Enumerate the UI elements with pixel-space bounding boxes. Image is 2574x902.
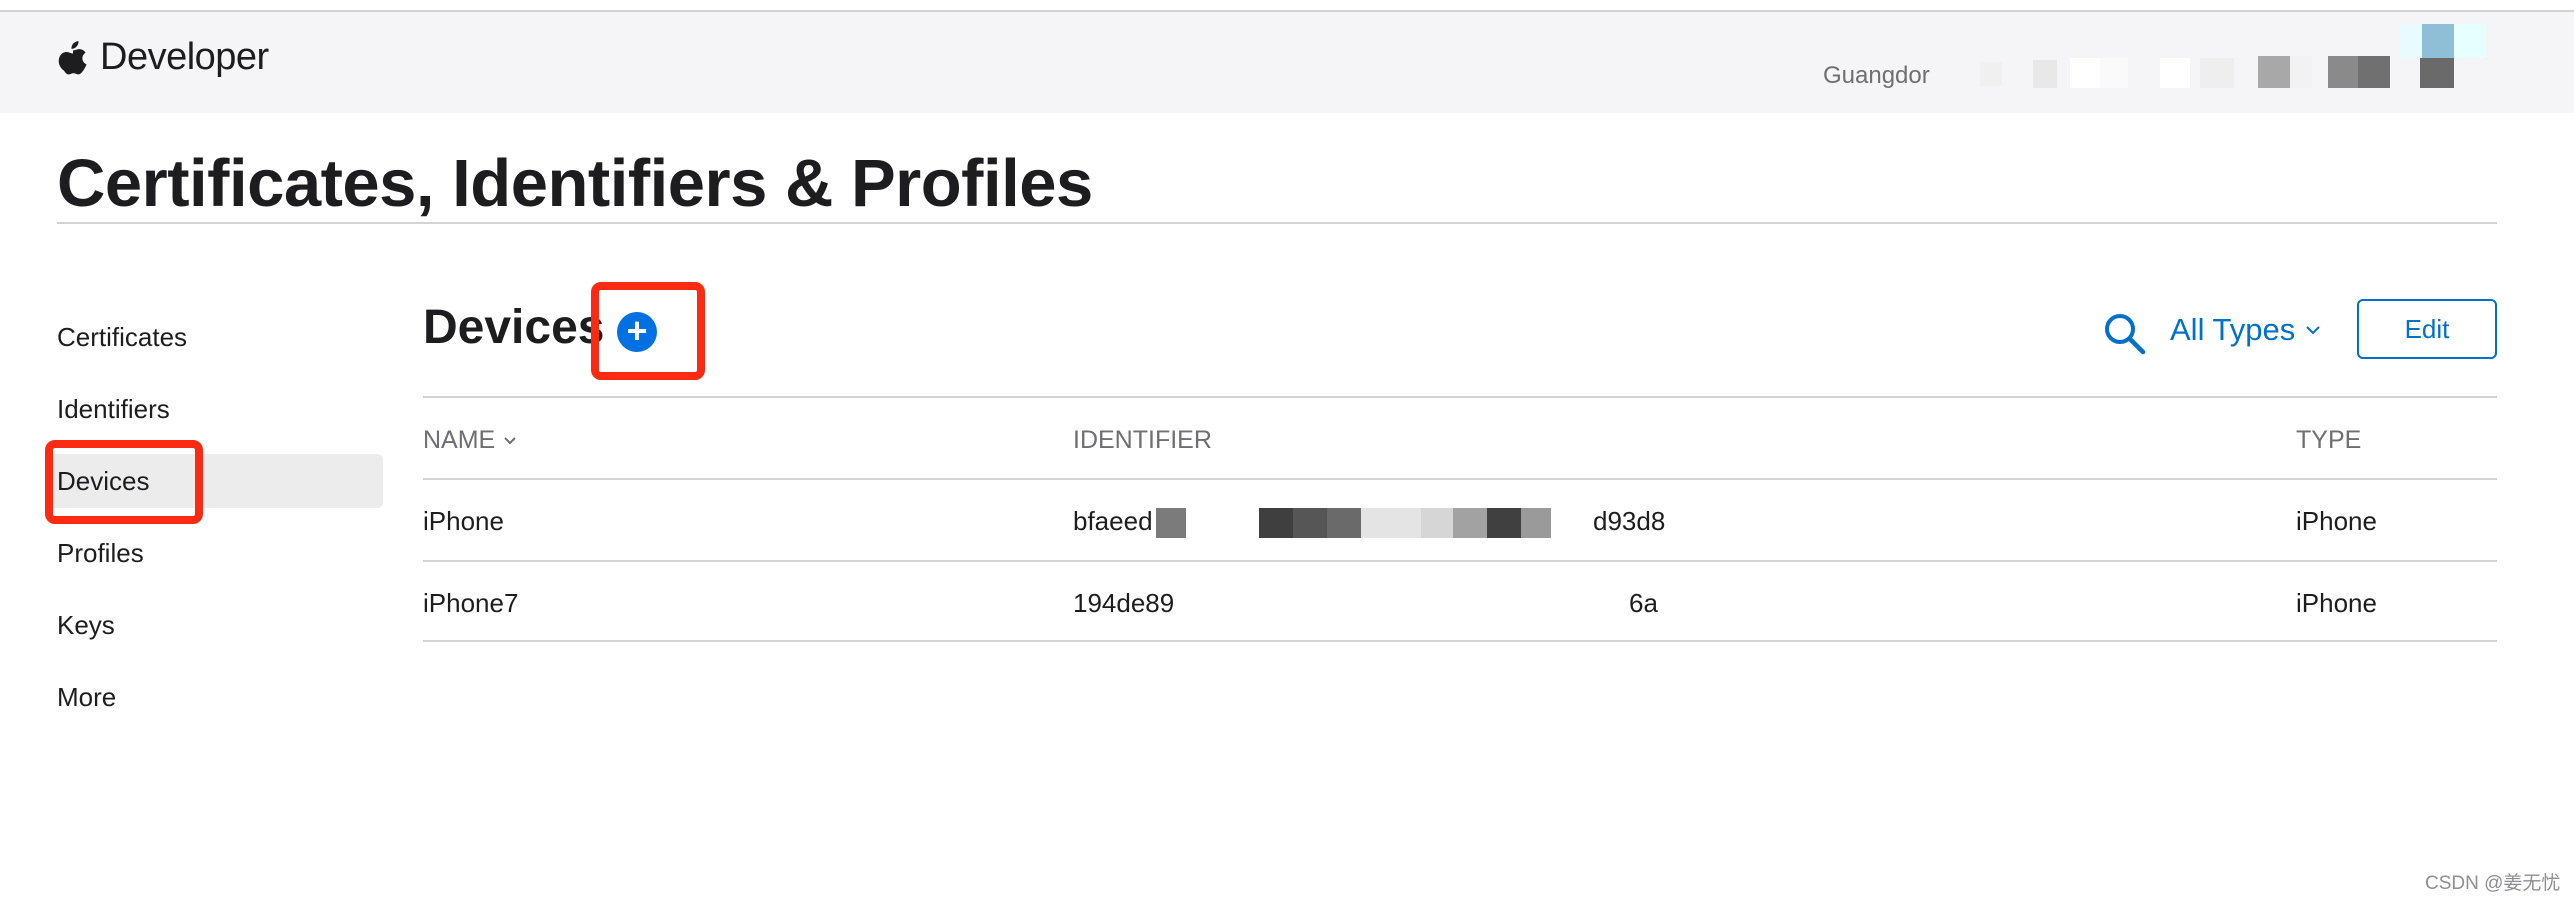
- apple-logo-icon: [58, 40, 87, 74]
- add-button-highlight: [591, 282, 705, 380]
- table-divider: [423, 478, 2497, 480]
- sidebar-item-identifiers[interactable]: Identifiers: [45, 382, 383, 436]
- brand-link[interactable]: Developer: [58, 36, 269, 79]
- column-header-type: TYPE: [2296, 426, 2362, 454]
- chevron-down-icon: [2306, 326, 2320, 335]
- device-identifier-end: d93d8: [1593, 506, 1666, 536]
- sidebar-item-profiles[interactable]: Profiles: [45, 526, 383, 580]
- sidebar-devices-highlight: [45, 440, 203, 524]
- device-name: iPhone: [423, 506, 504, 536]
- sidebar-item-keys[interactable]: Keys: [45, 598, 383, 652]
- device-type: iPhone: [2296, 506, 2377, 536]
- device-identifier-end: 6a: [1629, 588, 1658, 618]
- sort-chevron-icon: [504, 437, 516, 445]
- table-divider: [423, 640, 2497, 642]
- table-divider: [423, 396, 2497, 398]
- column-header-identifier: IDENTIFIER: [1073, 426, 1212, 454]
- device-identifier-start: 194de89: [1073, 588, 1175, 618]
- account-name[interactable]: Guangdor: [1823, 62, 1930, 90]
- device-identifier-start: bfaeed: [1073, 506, 1153, 536]
- search-icon[interactable]: [2103, 312, 2147, 356]
- section-title: Devices: [423, 301, 605, 354]
- edit-button[interactable]: Edit: [2357, 299, 2497, 359]
- title-divider: [57, 222, 2497, 224]
- table-divider: [423, 560, 2497, 562]
- type-filter-dropdown[interactable]: All Types: [2170, 312, 2321, 348]
- type-filter-label: All Types: [2170, 312, 2296, 347]
- device-type: iPhone: [2296, 588, 2377, 618]
- sidebar-item-more[interactable]: More: [45, 670, 383, 724]
- page-title: Certificates, Identifiers & Profiles: [57, 146, 1093, 221]
- watermark: CSDN @姜无忧: [2425, 873, 2561, 894]
- device-name: iPhone7: [423, 588, 519, 618]
- column-header-name-label: NAME: [423, 426, 496, 454]
- brand-name: Developer: [100, 36, 269, 78]
- column-header-name[interactable]: NAME: [423, 426, 517, 455]
- redacted-area: [1940, 22, 2500, 92]
- sidebar-item-certificates[interactable]: Certificates: [45, 310, 383, 364]
